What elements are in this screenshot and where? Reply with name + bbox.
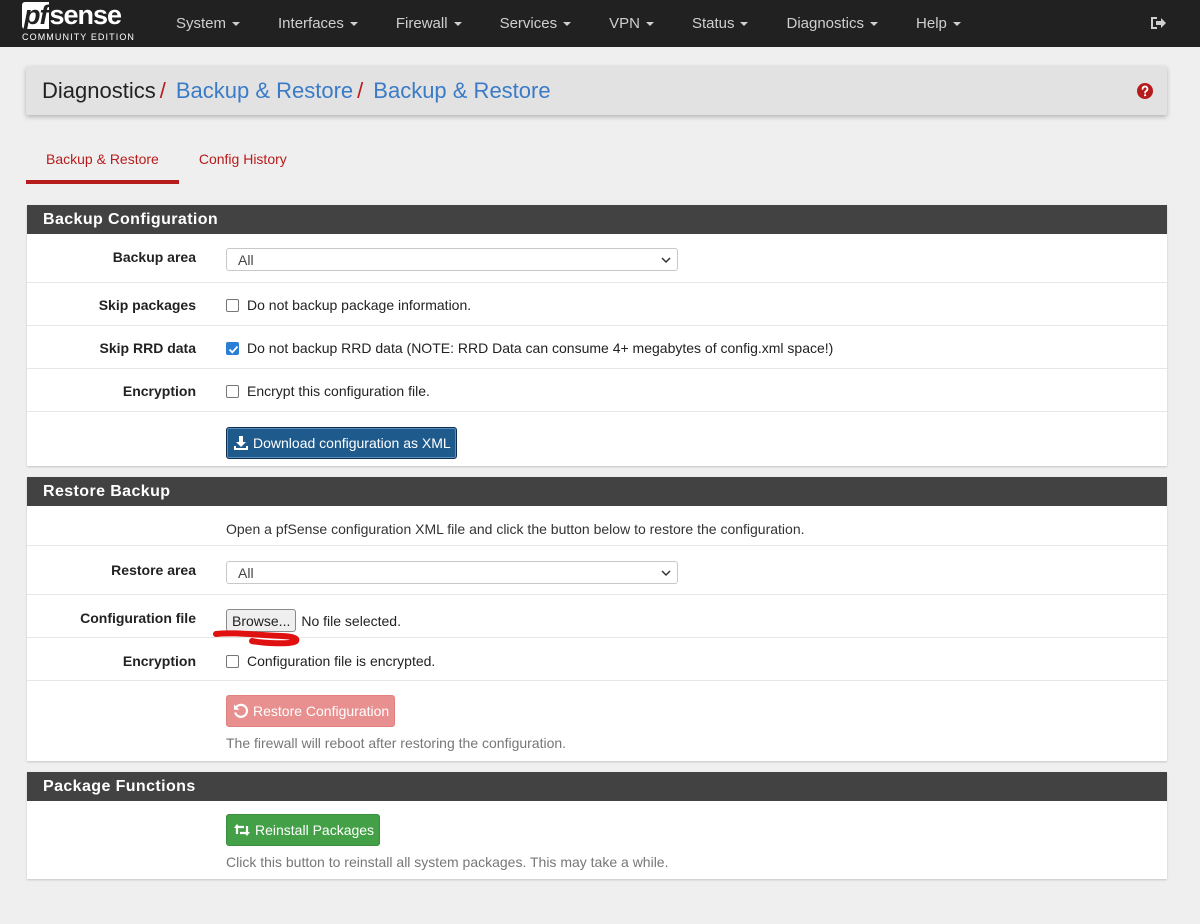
- restore-encryption-text: Configuration file is encrypted.: [247, 653, 436, 669]
- logo-subtitle: COMMUNITY EDITION: [22, 32, 136, 42]
- backup-area-select[interactable]: All: [226, 248, 678, 271]
- backup-encryption-row: Encryption Encrypt this configuration fi…: [27, 369, 1167, 412]
- config-file-row: Configuration file Browse... No file sel…: [27, 595, 1167, 638]
- backup-configuration-panel: Backup Configuration Backup area All Ski…: [27, 205, 1167, 466]
- backup-encryption-label: Encryption: [122, 383, 196, 399]
- config-file-label: Configuration file: [80, 610, 196, 626]
- restore-area-label: Restore area: [111, 562, 196, 578]
- reinstall-row: Reinstall Packages Click this button to …: [27, 801, 1167, 879]
- panel-title: Backup Configuration: [27, 205, 1167, 234]
- top-navbar: pf sense COMMUNITY EDITION System Interfa…: [0, 0, 1200, 47]
- reinstall-packages-button[interactable]: Reinstall Packages: [226, 814, 381, 846]
- caret-down-icon: [563, 21, 572, 26]
- nav-status[interactable]: Status: [673, 0, 768, 47]
- caret-down-icon: [645, 21, 654, 26]
- restore-backup-panel: Restore Backup Open a pfSense configurat…: [27, 477, 1167, 761]
- nav-vpn[interactable]: VPN: [590, 0, 673, 47]
- restore-intro-row: Open a pfSense configuration XML file an…: [27, 506, 1167, 546]
- download-icon: [234, 436, 248, 450]
- caret-down-icon: [952, 21, 961, 26]
- nav-diagnostics[interactable]: Diagnostics: [767, 0, 897, 47]
- caret-down-icon: [453, 21, 462, 26]
- reinstall-help-text: Click this button to reinstall all syste…: [226, 854, 669, 870]
- backup-encryption-checkbox[interactable]: [226, 384, 239, 398]
- restore-intro-text: Open a pfSense configuration XML file an…: [226, 521, 805, 537]
- breadcrumb: Diagnostics / Backup & Restore / Backup …: [26, 66, 1167, 115]
- nav-services[interactable]: Services: [481, 0, 591, 47]
- tab-bar: Backup & Restore Config History: [26, 140, 307, 184]
- undo-icon: [234, 703, 249, 718]
- skip-rrd-row: Skip RRD data Do not backup RRD data (NO…: [27, 326, 1167, 369]
- chevron-down-icon: [661, 257, 671, 264]
- pfsense-logo[interactable]: pf sense COMMUNITY EDITION: [22, 0, 162, 47]
- nav-firewall[interactable]: Firewall: [377, 0, 481, 47]
- restore-encryption-checkbox[interactable]: [226, 654, 239, 668]
- panel-title: Restore Backup: [27, 477, 1167, 506]
- logo-pf: pf: [22, 0, 50, 30]
- restore-action-row: Restore Configuration The firewall will …: [27, 681, 1167, 760]
- backup-area-label: Backup area: [112, 249, 196, 265]
- panel-title: Package Functions: [27, 772, 1167, 801]
- restore-area-select[interactable]: All: [226, 561, 678, 584]
- breadcrumb-root: Diagnostics: [42, 77, 156, 103]
- check-icon: [228, 345, 239, 354]
- caret-down-icon: [349, 21, 358, 26]
- restore-help-text: The firewall will reboot after restoring…: [226, 735, 567, 751]
- question-circle-icon[interactable]: [1137, 83, 1153, 99]
- download-row: Download configuration as XML: [27, 412, 1167, 466]
- skip-packages-text: Do not backup package information.: [247, 297, 472, 313]
- nav-system[interactable]: System: [157, 0, 259, 47]
- restore-area-row: Restore area All: [27, 546, 1167, 595]
- tab-backup-restore[interactable]: Backup & Restore: [26, 140, 179, 184]
- annotation-underline: [213, 630, 300, 647]
- download-config-button[interactable]: Download configuration as XML: [226, 427, 457, 459]
- skip-packages-row: Skip packages Do not backup package info…: [27, 283, 1167, 326]
- breadcrumb-separator: /: [159, 77, 166, 103]
- caret-down-icon: [740, 21, 749, 26]
- tab-config-history[interactable]: Config History: [179, 140, 307, 184]
- logo-sense: sense: [49, 0, 122, 30]
- caret-down-icon: [232, 21, 241, 26]
- sign-out-icon[interactable]: [1148, 13, 1168, 33]
- skip-packages-checkbox[interactable]: [226, 298, 239, 312]
- backup-encryption-text: Encrypt this configuration file.: [247, 383, 430, 399]
- restore-encryption-label: Encryption: [122, 653, 196, 669]
- backup-area-row: Backup area All: [27, 234, 1167, 283]
- skip-packages-label: Skip packages: [98, 297, 196, 313]
- breadcrumb-current[interactable]: Backup & Restore: [373, 78, 550, 104]
- caret-down-icon: [870, 21, 879, 26]
- skip-rrd-checkbox[interactable]: [226, 341, 239, 355]
- retweet-icon: [234, 824, 250, 836]
- restore-config-button[interactable]: Restore Configuration: [226, 695, 396, 727]
- package-functions-panel: Package Functions Reinstall Packages Cli…: [27, 772, 1167, 879]
- main-menu: System Interfaces Firewall Services VPN …: [157, 0, 980, 47]
- breadcrumb-backup-restore[interactable]: Backup & Restore: [176, 78, 353, 104]
- breadcrumb-separator: /: [357, 77, 364, 103]
- chevron-down-icon: [661, 570, 671, 577]
- nav-help[interactable]: Help: [897, 0, 980, 47]
- skip-rrd-label: Skip RRD data: [99, 340, 196, 356]
- restore-encryption-row: Encryption Configuration file is encrypt…: [27, 638, 1167, 681]
- skip-rrd-text: Do not backup RRD data (NOTE: RRD Data c…: [247, 340, 834, 356]
- nav-interfaces[interactable]: Interfaces: [259, 0, 377, 47]
- file-status-text: No file selected.: [301, 612, 401, 629]
